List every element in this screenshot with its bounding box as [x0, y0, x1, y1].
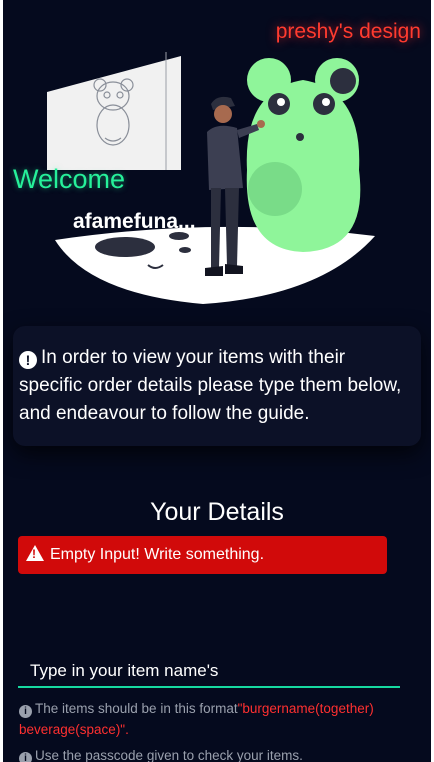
- green-bear: [246, 58, 361, 252]
- alert-text: Empty Input! Write something.: [50, 546, 265, 563]
- format-guide: i The items should be in this format"burg…: [19, 698, 419, 740]
- hero-illustration: Welcome afamefuna...: [3, 40, 431, 310]
- welcome-heading: Welcome: [13, 164, 126, 194]
- order-instructions-card: ! In order to view your items with their …: [13, 326, 421, 446]
- passcode-guide-text: Use the passcode given to check your ite…: [35, 748, 303, 762]
- app-screen: preshy's design Welcome afamefuna... ! I…: [3, 0, 431, 762]
- details-section-title: Your Details: [150, 498, 284, 526]
- empty-input-alert: Empty Input! Write something.: [18, 536, 387, 574]
- info-icon: i: [19, 705, 32, 718]
- ground-hole-tiny: [179, 247, 191, 253]
- item-name-input[interactable]: [18, 656, 400, 688]
- ground-hole-large: [95, 237, 155, 257]
- format-guide-lead: The items should be in this format: [35, 701, 238, 716]
- username-label: afamefuna...: [73, 210, 196, 233]
- sketch-card: [47, 56, 181, 170]
- passcode-guide: i Use the passcode given to check your it…: [19, 745, 419, 762]
- info-circle-icon: !: [19, 351, 37, 369]
- instructions-text: In order to view your items with their s…: [19, 347, 402, 424]
- info-icon: i: [19, 752, 32, 762]
- warning-triangle-icon: [26, 545, 44, 561]
